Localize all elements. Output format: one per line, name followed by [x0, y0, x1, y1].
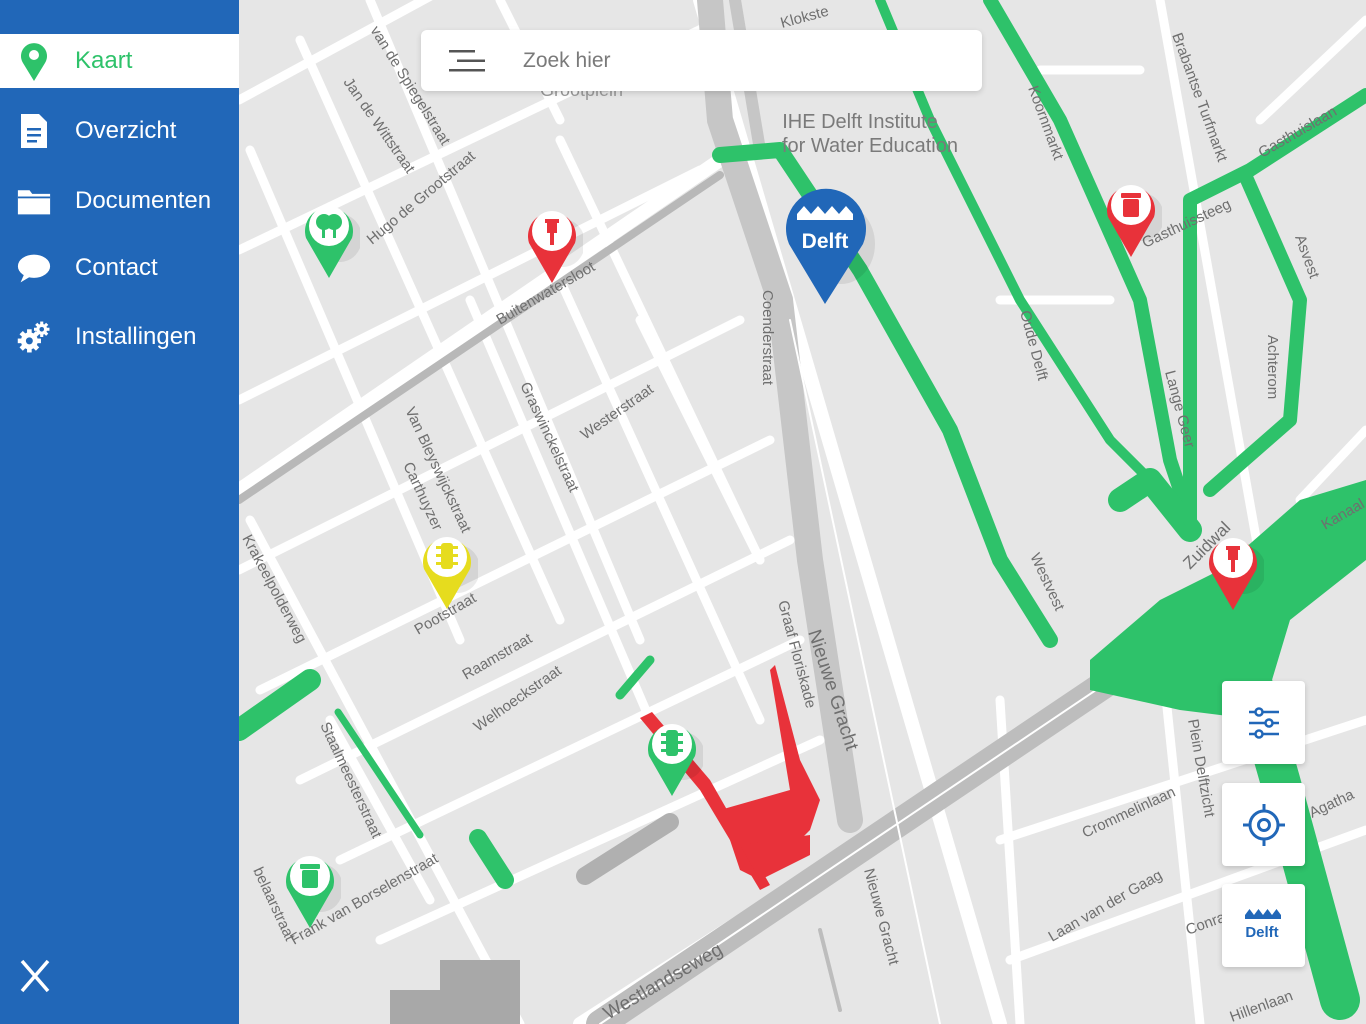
poi-label: for Water Education [782, 135, 958, 157]
street-label: Achterom [1264, 335, 1281, 399]
crosshair-icon [1242, 803, 1285, 846]
filter-button[interactable] [1222, 681, 1305, 764]
trash-bin-icon [300, 864, 320, 888]
trash-bin-icon [1121, 193, 1141, 217]
chat-bubble-icon [17, 248, 51, 288]
sliders-icon [1248, 706, 1279, 739]
street-label: Coenderstraat [759, 290, 776, 386]
delft-logo-marker[interactable]: Delft [783, 182, 879, 308]
sidebar-item-contact[interactable]: Contact [0, 241, 239, 295]
gears-icon [17, 317, 51, 357]
street-lamp-marker[interactable] [1204, 530, 1264, 614]
tree-marker[interactable] [300, 198, 360, 282]
search-input[interactable] [523, 44, 953, 78]
poi-label: IHE Delft Institute [782, 111, 938, 133]
sidebar-item-kaart[interactable]: Kaart [0, 34, 239, 88]
traffic-light-marker[interactable] [418, 529, 478, 613]
sidebar-item-label: Documenten [75, 187, 212, 214]
delft-logo-button[interactable]: Delft [1222, 884, 1305, 967]
sidebar-item-installingen[interactable]: Installingen [0, 310, 239, 364]
hamburger-menu-icon[interactable] [449, 48, 485, 74]
document-icon [17, 111, 51, 151]
sidebar-item-label: Installingen [75, 323, 197, 350]
search-bar [421, 30, 982, 91]
map-pin-icon [17, 41, 51, 81]
sidebar-item-documenten[interactable]: Documenten [0, 174, 239, 228]
sidebar-item-label: Overzicht [75, 117, 177, 144]
sidebar-item-overzicht[interactable]: Overzicht [0, 104, 239, 158]
trash-bin-marker[interactable] [281, 848, 341, 932]
sidebar: Kaart Overzicht Documenten Contact Insta… [0, 0, 239, 1024]
street-lamp-marker[interactable] [523, 203, 583, 287]
sidebar-item-label: Contact [75, 254, 158, 281]
traffic-light-marker[interactable] [643, 716, 703, 800]
logo-text: Delft [1245, 924, 1278, 941]
folder-icon [17, 181, 51, 221]
locate-button[interactable] [1222, 783, 1305, 866]
sidebar-item-label: Kaart [75, 47, 133, 74]
delft-logo-icon: Delft [1244, 908, 1281, 941]
trash-bin-marker[interactable] [1102, 177, 1162, 261]
marker-label: Delft [802, 230, 849, 253]
close-icon[interactable] [18, 957, 52, 995]
